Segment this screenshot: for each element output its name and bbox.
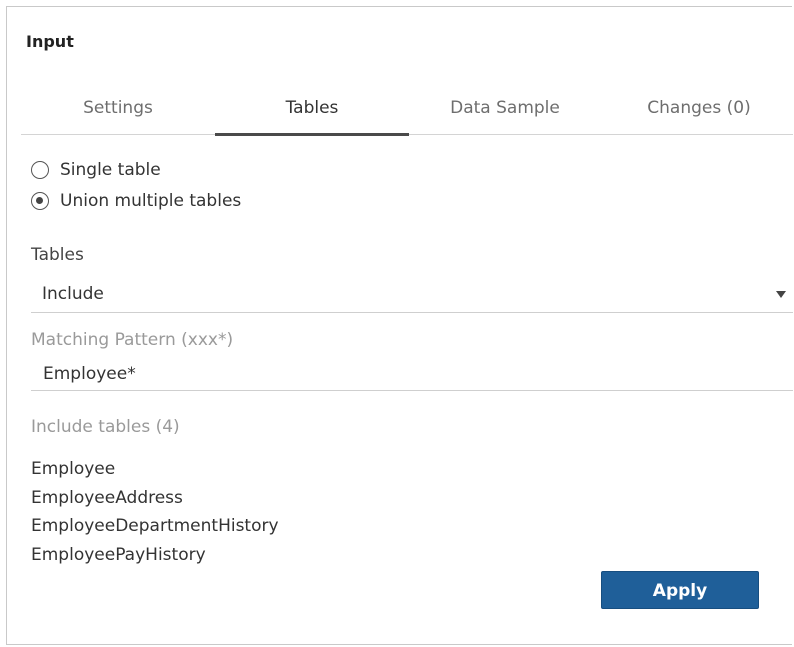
tables-filter-value: Include	[42, 284, 104, 304]
single-table-option[interactable]: Single table	[31, 160, 161, 180]
include-tables-label: Include tables (4)	[31, 417, 180, 437]
single-table-radio[interactable]	[31, 161, 49, 179]
single-table-label: Single table	[60, 160, 161, 180]
tab-bar: Settings Tables Data Sample Changes (0)	[21, 90, 794, 136]
chevron-down-icon[interactable]	[776, 291, 786, 298]
tables-filter-select[interactable]: Include	[31, 277, 793, 313]
apply-button[interactable]: Apply	[601, 571, 759, 609]
panel-title: Input	[26, 32, 74, 51]
list-item: EmployeePayHistory	[31, 544, 206, 565]
union-tables-label: Union multiple tables	[60, 191, 242, 211]
union-tables-radio[interactable]	[31, 192, 49, 210]
tab-tables[interactable]: Tables	[215, 90, 409, 136]
matching-pattern-input[interactable]	[31, 357, 793, 391]
tab-settings[interactable]: Settings	[21, 90, 215, 134]
tables-label: Tables	[31, 245, 84, 265]
matching-pattern-label: Matching Pattern (xxx*)	[31, 330, 234, 350]
list-item: EmployeeAddress	[31, 487, 183, 508]
include-tables-list: Employee EmployeeAddress EmployeeDepartm…	[31, 455, 279, 569]
list-item: Employee	[31, 459, 116, 479]
union-tables-option[interactable]: Union multiple tables	[31, 191, 241, 211]
list-item: EmployeeDepartmentHistory	[31, 516, 279, 536]
tab-data-sample[interactable]: Data Sample	[408, 90, 602, 134]
input-panel: Input Settings Tables Data Sample Change…	[6, 6, 794, 645]
tab-changes[interactable]: Changes (0)	[602, 90, 794, 134]
